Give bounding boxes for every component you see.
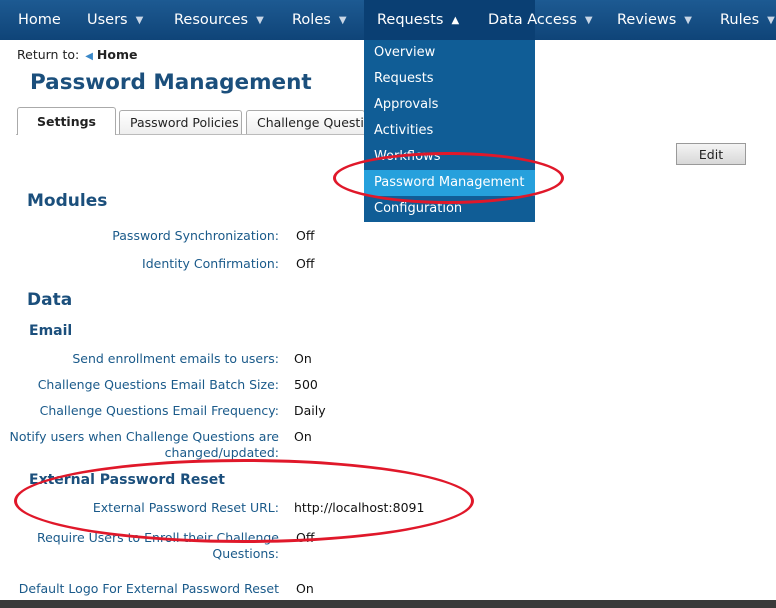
subsection-email: Email — [29, 323, 73, 339]
field-value: 500 — [294, 377, 318, 392]
menu-item-activities[interactable]: Activities — [364, 118, 535, 144]
annotation-ellipse — [14, 459, 474, 543]
field-value: On — [294, 351, 312, 366]
menu-item-requests[interactable]: Requests — [364, 66, 535, 92]
field-value: Daily — [294, 403, 326, 418]
nav-roles[interactable]: Roles ▼ — [292, 0, 347, 40]
breadcrumb: Return to: ◀ Home — [17, 47, 138, 62]
annotation-ellipse — [333, 152, 564, 204]
menu-item-overview[interactable]: Overview — [364, 40, 535, 66]
field-value: On — [296, 581, 314, 596]
menu-item-approvals[interactable]: Approvals — [364, 92, 535, 118]
chevron-down-icon: ▼ — [767, 15, 775, 26]
edit-button[interactable]: Edit — [676, 143, 746, 165]
field-value: On — [294, 429, 312, 444]
chevron-down-icon: ▼ — [338, 15, 347, 26]
field-label: Password Synchronization: — [112, 228, 279, 243]
field-label: Challenge Questions Email Frequency: — [39, 403, 279, 418]
field-label: Challenge Questions Email Batch Size: — [37, 377, 279, 392]
return-home-link[interactable]: Home — [97, 47, 138, 62]
bottom-bar — [0, 600, 776, 608]
field-label: Identity Confirmation: — [142, 256, 279, 271]
nav-home[interactable]: Home — [18, 0, 61, 40]
nav-resources[interactable]: Resources ▼ — [174, 0, 264, 40]
chevron-down-icon: ▼ — [135, 15, 144, 26]
field-value: Off — [296, 228, 315, 243]
field-label: Default Logo For External Password Reset — [18, 581, 279, 596]
field-value: Off — [296, 256, 315, 271]
nav-users[interactable]: Users ▼ — [87, 0, 143, 40]
nav-rules[interactable]: Rules ▼ — [720, 0, 775, 40]
field-label: Notify users when Challenge Questions ar… — [9, 429, 279, 460]
tab-challenge-questions[interactable]: Challenge Questions — [246, 110, 365, 134]
chevron-down-icon: ▼ — [584, 15, 593, 26]
back-arrow-icon: ◀ — [85, 51, 93, 62]
top-nav: Home Users ▼ Resources ▼ Roles ▼ Requests ▲ … — [0, 0, 776, 40]
chevron-down-icon: ▼ — [256, 15, 264, 26]
section-data: Data — [27, 290, 73, 310]
chevron-up-icon: ▲ — [451, 15, 460, 26]
nav-data-access[interactable]: Data Access ▼ — [488, 0, 593, 40]
section-modules: Modules — [27, 191, 108, 211]
tab-password-policies[interactable]: Password Policies — [119, 110, 242, 134]
field-label: Send enrollment emails to users: — [72, 351, 279, 366]
nav-reviews[interactable]: Reviews ▼ — [617, 0, 692, 40]
tab-settings[interactable]: Settings — [17, 107, 116, 135]
page-title: Password Management — [30, 70, 312, 95]
chevron-down-icon: ▼ — [684, 15, 692, 26]
